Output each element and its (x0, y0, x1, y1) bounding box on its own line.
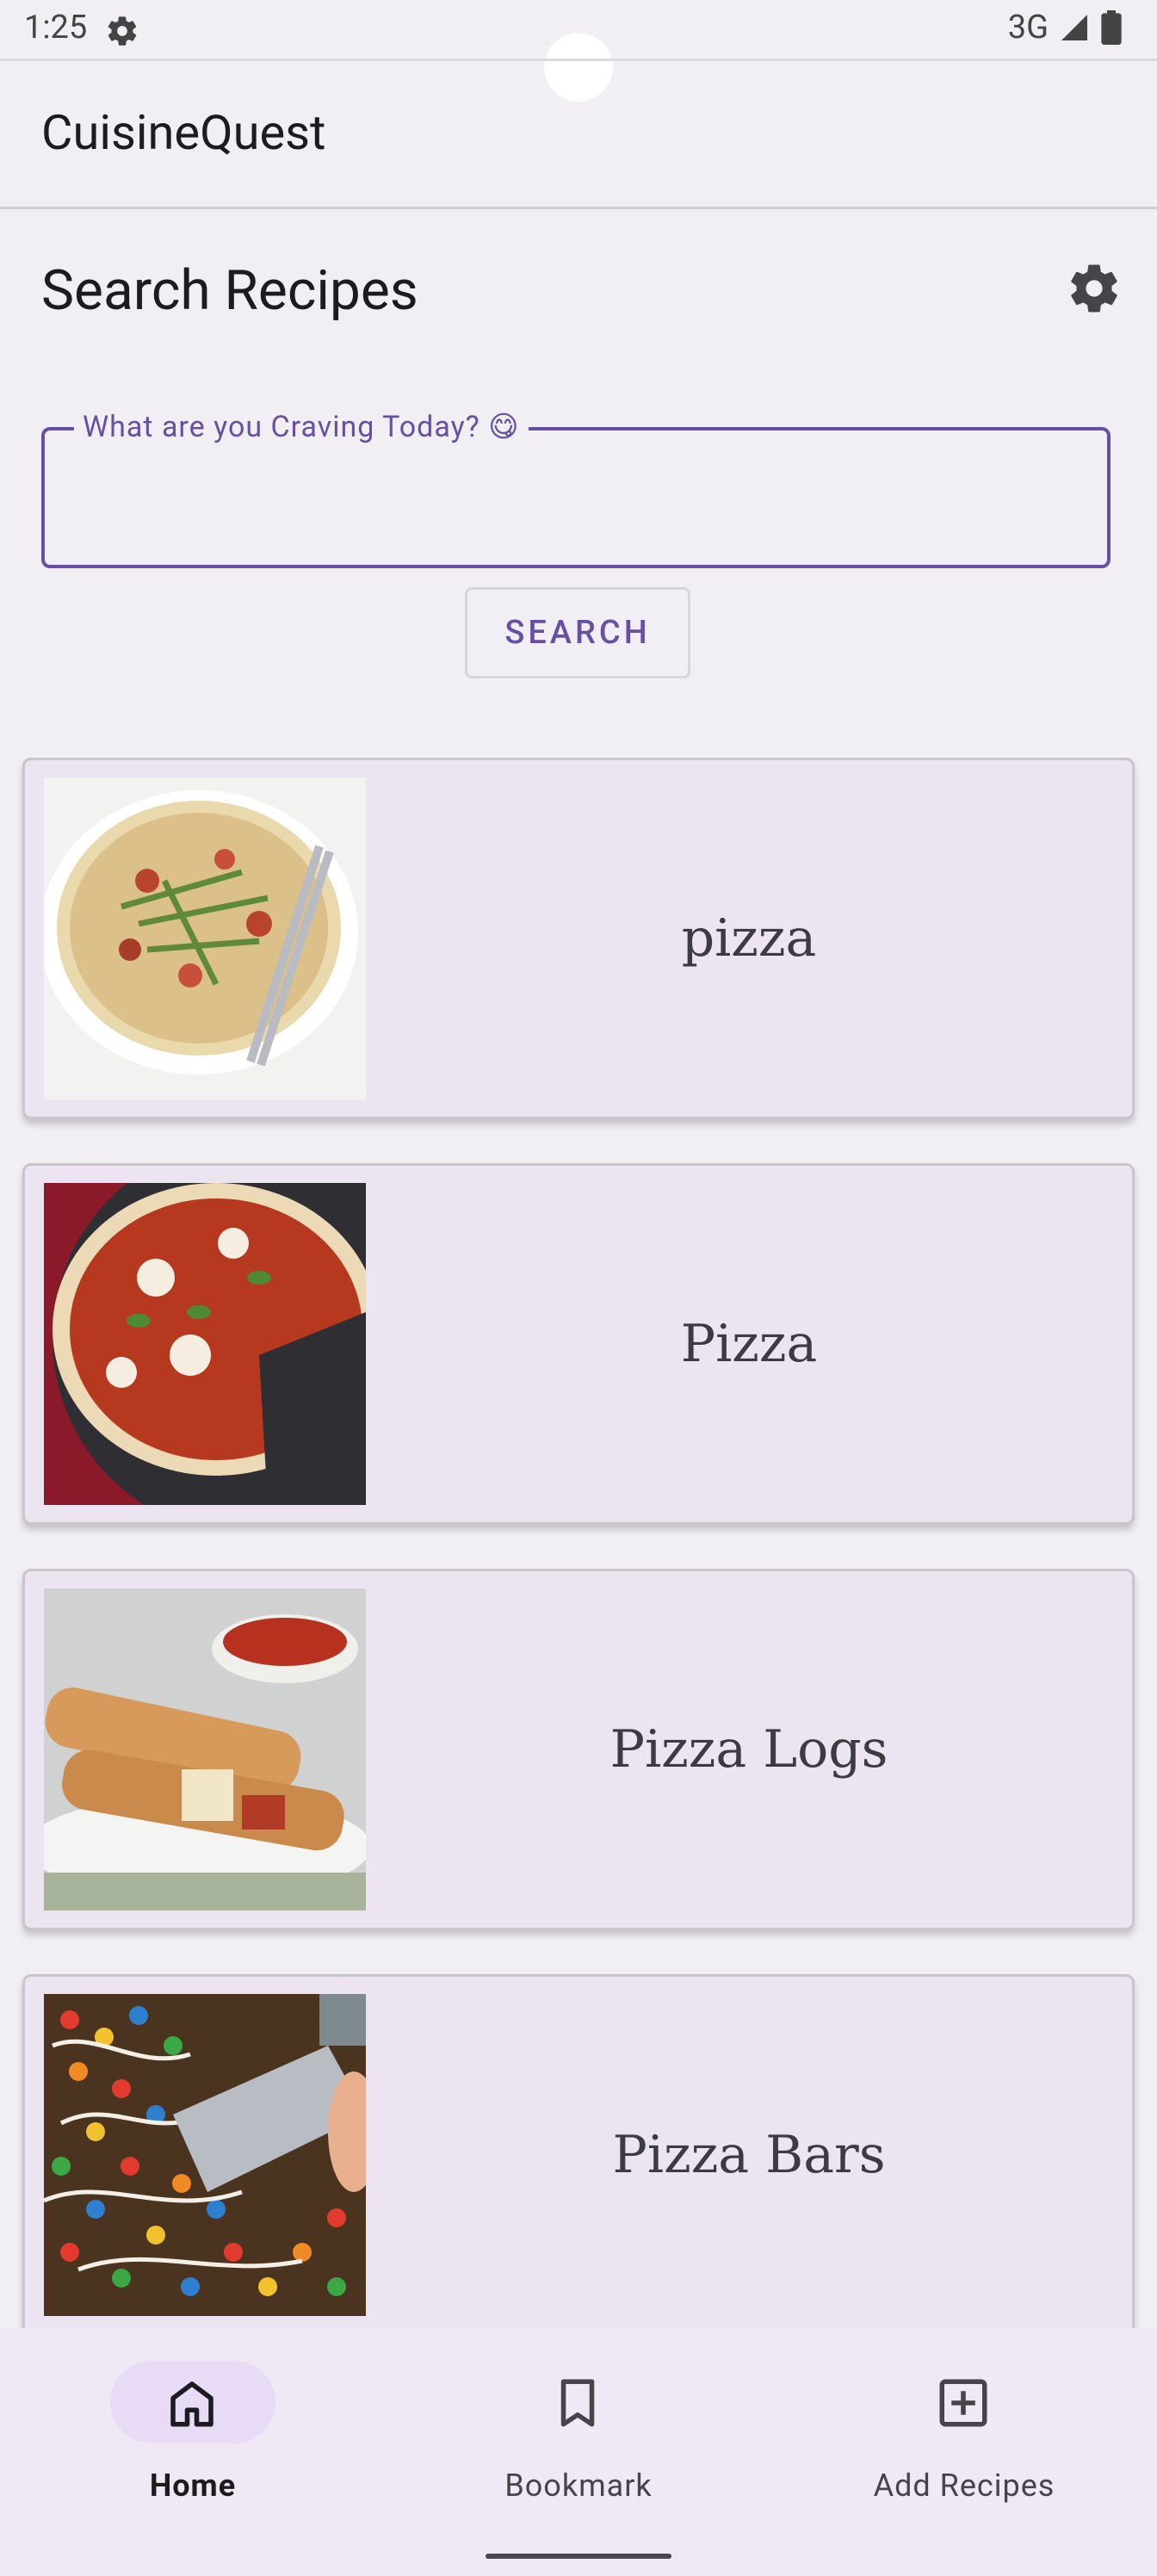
add-box-icon (939, 2379, 987, 2427)
nav-label-add-recipes: Add Recipes (873, 2468, 1055, 2504)
page-title: Search Recipes (41, 258, 418, 323)
status-right: 3G (1008, 9, 1123, 46)
search-button[interactable]: SEARCH (465, 587, 690, 678)
recipe-card[interactable]: pizza (22, 758, 1135, 1119)
settings-status-icon (108, 16, 137, 46)
bookmark-icon (560, 2379, 595, 2427)
gesture-home-indicator[interactable] (486, 2554, 671, 2559)
app-bar: CuisineQuest (0, 61, 1157, 207)
nav-item-home[interactable]: Home (0, 2328, 386, 2517)
home-icon (170, 2381, 213, 2427)
network-type: 3G (1007, 9, 1049, 46)
settings-icon[interactable] (1066, 260, 1123, 317)
battery-icon (1101, 10, 1122, 45)
bottom-navigation: Home Bookmark Add Recipes (0, 2328, 1157, 2576)
recipe-card[interactable]: Pizza Logs (22, 1569, 1135, 1930)
app-title: CuisineQuest (41, 104, 326, 161)
nav-label-home: Home (149, 2468, 237, 2504)
app-bar-divider (0, 207, 1157, 209)
recipe-title: Pizza Bars (612, 2125, 886, 2185)
nav-item-add-recipes[interactable]: Add Recipes (771, 2328, 1157, 2517)
recipe-image (44, 1994, 366, 2316)
recipe-image (44, 1588, 366, 1910)
signal-icon (1061, 15, 1087, 40)
search-input[interactable] (41, 427, 1111, 568)
recipe-image (44, 777, 366, 1099)
recipe-card[interactable]: Pizza Bars (22, 1974, 1135, 2336)
nav-item-bookmark[interactable]: Bookmark (386, 2328, 771, 2517)
search-input-label: What are you Craving Today? 😋 (74, 410, 529, 444)
status-time: 1:25 (24, 9, 88, 46)
recipe-card[interactable]: Pizza (22, 1163, 1135, 1525)
recipe-image (44, 1183, 366, 1505)
recipe-title: Pizza Logs (609, 1719, 888, 1780)
recipe-title: pizza (681, 908, 817, 969)
recipe-title: Pizza (680, 1314, 818, 1374)
nav-label-bookmark: Bookmark (504, 2468, 653, 2504)
